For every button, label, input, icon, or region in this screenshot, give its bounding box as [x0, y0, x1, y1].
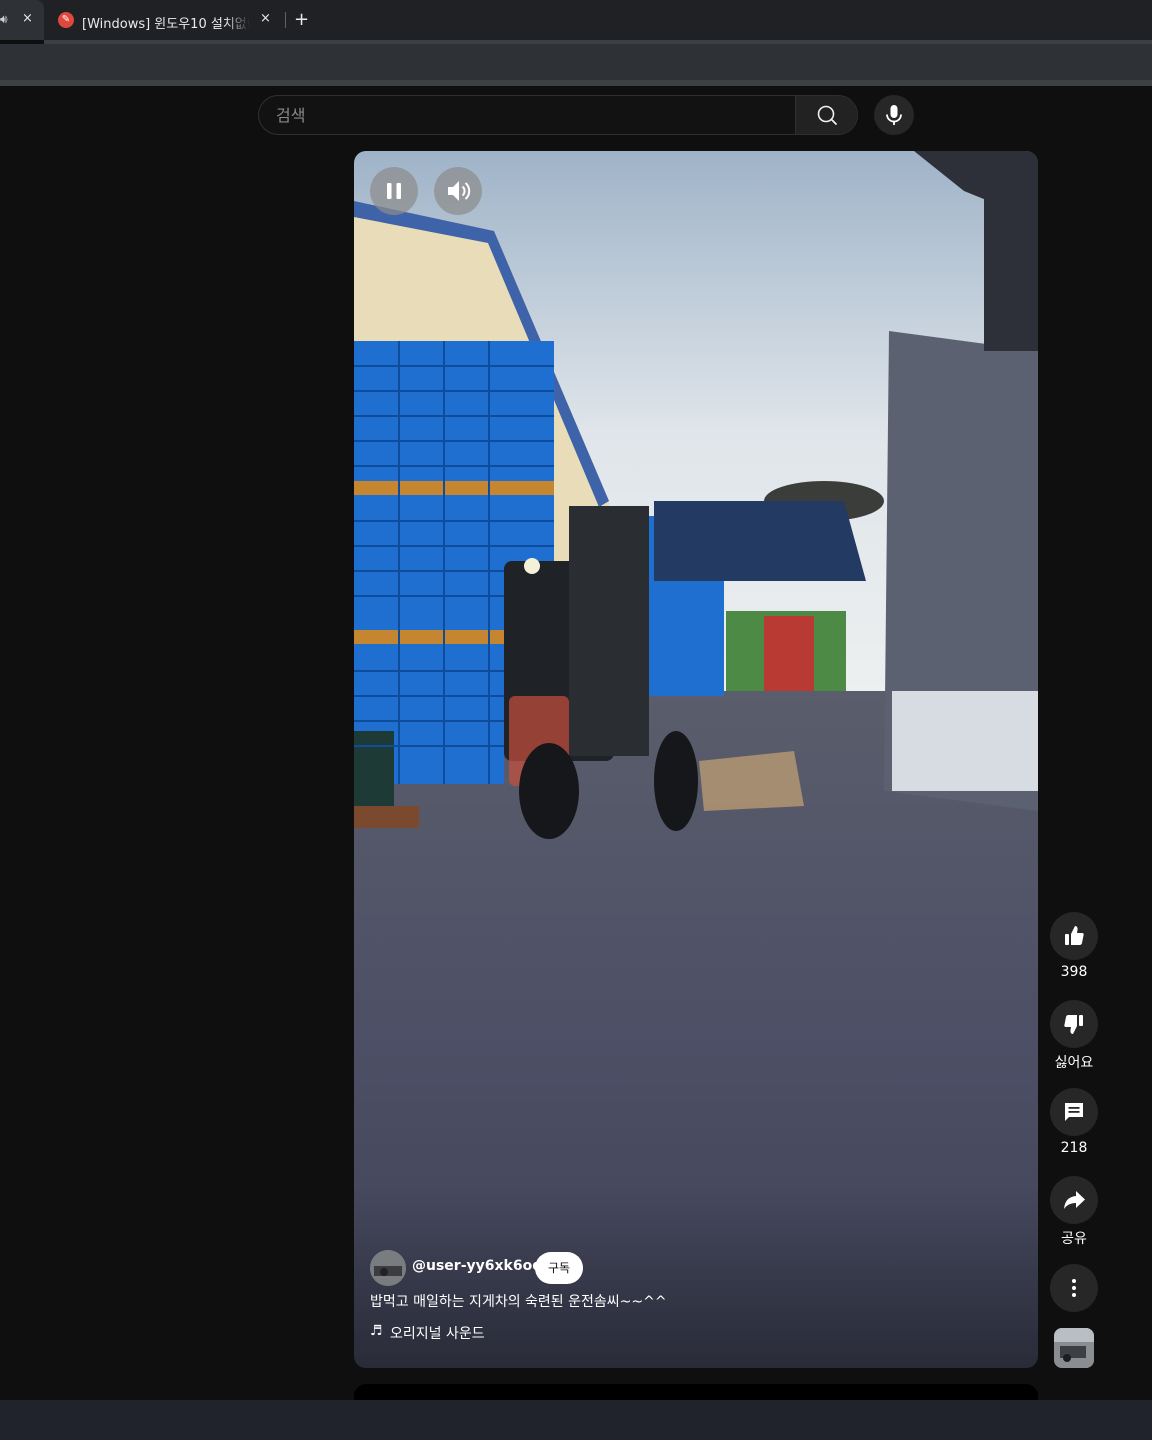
comments-button[interactable] — [1050, 1088, 1098, 1136]
search-box — [258, 95, 858, 135]
thumbs-down-icon — [1064, 1015, 1083, 1034]
sound-link[interactable]: 오리지널 사운드 — [390, 1323, 485, 1343]
like-count: 398 — [1060, 964, 1088, 980]
channel-avatar[interactable] — [370, 1250, 406, 1286]
like-button[interactable] — [1050, 912, 1098, 960]
more-vert-icon — [1072, 1279, 1076, 1297]
thumbs-up-icon — [1065, 926, 1084, 945]
browser-toolbar — [0, 44, 1152, 80]
tab-title: [Windows] 윈도우10 설치없이 — [82, 17, 250, 32]
sound-thumbnail-image — [1054, 1328, 1094, 1368]
pause-icon — [387, 183, 401, 199]
more-options-button[interactable] — [1050, 1264, 1098, 1312]
tab-audio-icon[interactable]: 🔊︎ — [0, 12, 8, 27]
os-taskbar — [0, 1400, 1152, 1440]
search-input[interactable] — [259, 96, 795, 134]
voice-search-button[interactable] — [874, 95, 914, 135]
search-icon — [817, 105, 837, 125]
avatar-image — [370, 1250, 406, 1286]
video-frame — [354, 151, 1038, 1368]
microphone-icon — [886, 105, 902, 125]
tab-separator — [285, 12, 286, 28]
toolbar-divider — [0, 80, 1152, 86]
comment-count: 218 — [1060, 1140, 1088, 1156]
music-note-icon: ♬ — [370, 1323, 383, 1339]
volume-icon — [448, 181, 471, 201]
short-description[interactable]: 밥먹고 매일하는 지게차의 숙련된 운전솜씨~~^^ — [370, 1291, 667, 1311]
dislike-label: 싫어요 — [1054, 1055, 1094, 1071]
comment-icon — [1065, 1103, 1083, 1121]
share-icon — [1064, 1191, 1085, 1209]
share-button[interactable] — [1050, 1176, 1098, 1224]
new-tab-button[interactable]: + — [294, 9, 309, 30]
search-button[interactable] — [795, 96, 857, 134]
subscribe-button[interactable]: 구독 — [535, 1252, 583, 1284]
pause-button[interactable] — [370, 167, 418, 215]
sound-thumbnail[interactable] — [1054, 1328, 1094, 1368]
dislike-button[interactable] — [1050, 1000, 1098, 1048]
tab-close-icon[interactable]: × — [260, 11, 271, 26]
short-video[interactable] — [354, 151, 1038, 1368]
share-label: 공유 — [1061, 1231, 1087, 1247]
tab-close-icon[interactable]: × — [22, 11, 33, 26]
volume-button[interactable] — [434, 167, 482, 215]
tab-favicon-icon: ✎ — [58, 12, 74, 28]
